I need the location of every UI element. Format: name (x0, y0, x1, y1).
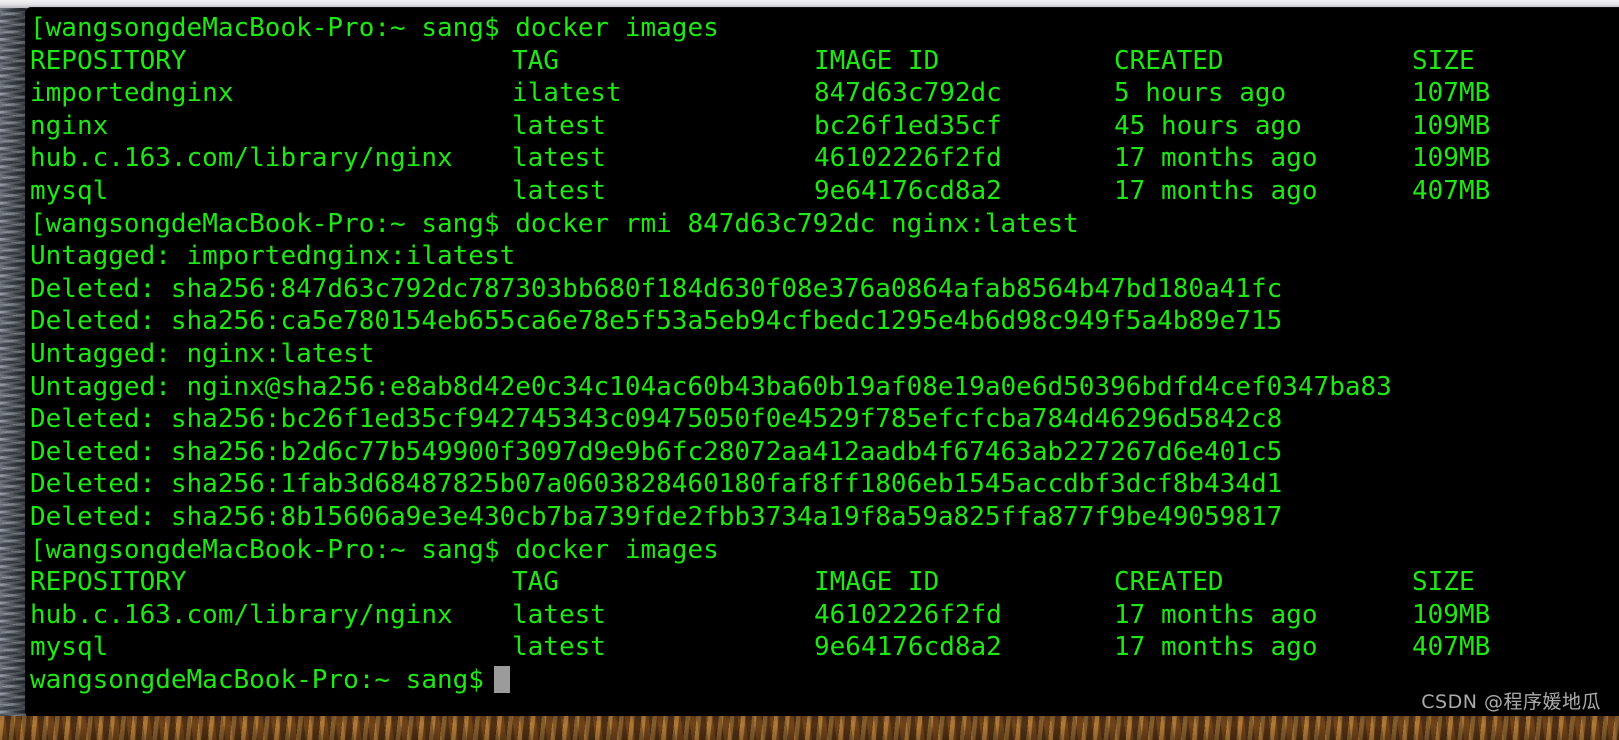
table-row: mysql latest 9e64176cd8a2 17 months ago 407M… (30, 175, 1619, 208)
cell-created: 17 months ago (1114, 175, 1318, 206)
cell-created: 17 months ago (1114, 632, 1318, 663)
output-text: Deleted: sha256:8b15606a9e3e430cb7ba739f… (30, 501, 1283, 532)
terminal-output-line: Untagged: nginx:latest (30, 338, 1619, 371)
terminal-output-line: Deleted: sha256:847d63c792dc787303bb680f… (30, 273, 1619, 306)
shell-prompt: wangsongdeMacBook-Pro:~ sang$ (45, 13, 500, 43)
terminal-output-line: Deleted: sha256:bc26f1ed35cf942745343c09… (30, 403, 1619, 436)
cell-size: 109MB (1412, 143, 1491, 174)
shell-prompt: wangsongdeMacBook-Pro:~ sang$ (45, 534, 500, 565)
prompt-bracket: [ (30, 208, 46, 239)
desktop-background: [wangsongdeMacBook-Pro:~ sang$ docker im… (0, 0, 1619, 740)
shell-prompt: wangsongdeMacBook-Pro:~ sang$ (45, 208, 500, 239)
table-row: mysql latest 9e64176cd8a2 17 months ago 407M… (30, 631, 1619, 664)
table-row: importednginx ilatest 847d63c792dc 5 hours … (30, 77, 1619, 110)
cell-image-id: 9e64176cd8a2 (814, 175, 1002, 206)
terminal-output-line: Untagged: nginx@sha256:e8ab8d42e0c34c104… (30, 371, 1619, 404)
prompt-bracket: [ (30, 534, 46, 565)
cell-image-id: 847d63c792dc (814, 78, 1002, 109)
table-header-row: REPOSITORY TAG IMAGE ID CREATED SIZE (30, 566, 1619, 599)
cell-image-id: 46102226f2fd (814, 599, 1002, 630)
column-header-repository: REPOSITORY (30, 45, 187, 76)
output-text: Untagged: importednginx:ilatest (30, 241, 516, 272)
cell-image-id: bc26f1ed35cf (814, 110, 1002, 141)
terminal-window[interactable]: [wangsongdeMacBook-Pro:~ sang$ docker im… (26, 8, 1619, 716)
column-header-repository: REPOSITORY (30, 567, 187, 598)
shell-command: docker images (499, 534, 719, 565)
column-header-created: CREATED (1114, 567, 1224, 598)
prompt-bracket: [ (30, 13, 46, 43)
output-text: Deleted: sha256:847d63c792dc787303bb680f… (30, 273, 1283, 304)
terminal-prompt-line: [wangsongdeMacBook-Pro:~ sang$ docker im… (30, 534, 1619, 567)
cell-created: 17 months ago (1114, 599, 1318, 630)
table-row: hub.c.163.com/library/nginx latest 4610222… (30, 599, 1619, 632)
cell-size: 107MB (1412, 78, 1491, 109)
terminal-output-line: Deleted: sha256:1fab3d68487825b07a060382… (30, 468, 1619, 501)
output-text: Deleted: sha256:bc26f1ed35cf942745343c09… (30, 404, 1283, 435)
cell-size: 109MB (1412, 110, 1491, 141)
cell-repository: hub.c.163.com/library/nginx (30, 599, 453, 630)
terminal-prompt-line: [wangsongdeMacBook-Pro:~ sang$ docker rm… (30, 208, 1619, 241)
terminal-screen[interactable]: [wangsongdeMacBook-Pro:~ sang$ docker im… (26, 8, 1619, 696)
terminal-output-line: Untagged: importednginx:ilatest (30, 240, 1619, 273)
cell-repository: hub.c.163.com/library/nginx (30, 143, 453, 174)
screen-top-strip (0, 0, 1619, 8)
cell-size: 109MB (1412, 599, 1491, 630)
wallpaper-bottom-edge (0, 716, 1619, 740)
cell-repository: mysql (30, 175, 109, 206)
shell-command: docker rmi 847d63c792dc nginx:latest (499, 208, 1079, 239)
cell-tag: latest (512, 175, 606, 206)
column-header-size: SIZE (1412, 567, 1475, 598)
output-text: Deleted: sha256:1fab3d68487825b07a060382… (30, 469, 1283, 500)
column-header-image-id: IMAGE ID (814, 45, 940, 76)
cell-repository: nginx (30, 110, 109, 141)
terminal-output-line: Deleted: sha256:8b15606a9e3e430cb7ba739f… (30, 501, 1619, 534)
cell-tag: ilatest (512, 78, 622, 109)
output-text: Deleted: sha256:b2d6c77b549900f3097d9e9b… (30, 436, 1283, 467)
cell-tag: latest (512, 599, 606, 630)
cell-tag: latest (512, 632, 606, 663)
cell-tag: latest (512, 143, 606, 174)
terminal-output-line: Deleted: sha256:b2d6c77b549900f3097d9e9b… (30, 436, 1619, 469)
terminal-prompt-line: wangsongdeMacBook-Pro:~ sang$ (30, 664, 1619, 697)
cell-image-id: 9e64176cd8a2 (814, 632, 1002, 663)
column-header-created: CREATED (1114, 45, 1224, 76)
wallpaper-left-edge (0, 8, 26, 732)
output-text: Untagged: nginx:latest (30, 338, 375, 369)
cell-repository: mysql (30, 632, 109, 663)
terminal-prompt-line: [wangsongdeMacBook-Pro:~ sang$ docker im… (30, 12, 1619, 45)
cell-tag: latest (512, 110, 606, 141)
output-text: Deleted: sha256:ca5e780154eb655ca6e78e5f… (30, 306, 1283, 337)
cell-size: 407MB (1412, 632, 1491, 663)
terminal-output-line: Deleted: sha256:ca5e780154eb655ca6e78e5f… (30, 305, 1619, 338)
text-cursor[interactable] (493, 665, 510, 693)
cell-repository: importednginx (30, 78, 234, 109)
table-row: hub.c.163.com/library/nginx latest 4610222… (30, 142, 1619, 175)
table-row: nginx latest bc26f1ed35cf 45 hours ago 109MB (30, 110, 1619, 143)
cell-image-id: 46102226f2fd (814, 143, 1002, 174)
column-header-tag: TAG (512, 567, 559, 598)
cell-size: 407MB (1412, 175, 1491, 206)
column-header-image-id: IMAGE ID (814, 567, 940, 598)
shell-command: docker images (499, 13, 719, 43)
cell-created: 5 hours ago (1114, 78, 1287, 109)
cell-created: 17 months ago (1114, 143, 1318, 174)
cell-created: 45 hours ago (1114, 110, 1302, 141)
column-header-tag: TAG (512, 45, 559, 76)
table-header-row: REPOSITORY TAG IMAGE ID CREATED SIZE (30, 45, 1619, 78)
output-text: Untagged: nginx@sha256:e8ab8d42e0c34c104… (30, 371, 1392, 402)
column-header-size: SIZE (1412, 45, 1475, 76)
shell-prompt: wangsongdeMacBook-Pro:~ sang$ (30, 664, 484, 695)
